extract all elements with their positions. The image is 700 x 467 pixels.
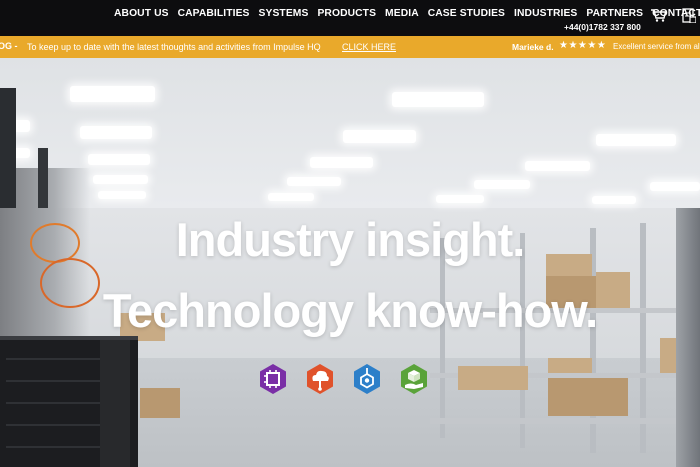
rack-panel: [100, 340, 130, 467]
storage-box: [548, 378, 628, 416]
announcement-bar: OG - To keep up to date with the latest …: [0, 36, 700, 58]
storage-box: [140, 388, 180, 418]
nav-item-industries[interactable]: INDUSTRIES: [514, 8, 577, 19]
ceiling-light: [392, 92, 484, 107]
nav-item-case-studies[interactable]: CASE STUDIES: [428, 8, 505, 19]
ceiling-light: [88, 154, 150, 165]
nav-item-about-us[interactable]: ABOUT US: [114, 8, 169, 19]
ceiling-light: [596, 134, 676, 146]
star-rating: ★★★★★: [559, 40, 607, 51]
ceiling-light: [436, 195, 484, 203]
banner-message: To keep up to date with the latest thoug…: [27, 42, 321, 52]
ceiling-light: [650, 182, 700, 191]
nav-item-capabilities[interactable]: CAPABILITIES: [178, 8, 250, 19]
nav-item-products[interactable]: PRODUCTS: [317, 8, 376, 19]
ceiling-light: [268, 193, 314, 201]
review-text: Excellent service from all: [613, 42, 700, 51]
ceiling-light: [592, 196, 636, 204]
ceiling-light: [98, 191, 146, 199]
shelf-post: [440, 238, 445, 438]
nav-item-systems[interactable]: SYSTEMS: [259, 8, 309, 19]
ceiling-light: [70, 86, 155, 102]
reviewer-name: Marieke d.: [512, 42, 554, 52]
banner-click-here-link[interactable]: CLICK HERE: [342, 42, 396, 52]
ceiling-light: [474, 180, 530, 189]
ceiling-light: [287, 177, 341, 186]
banner-tag: OG -: [0, 41, 18, 51]
ceiling-light: [343, 130, 416, 143]
ceiling-light: [310, 157, 373, 168]
monitor: [0, 88, 16, 208]
ceiling-light: [525, 161, 590, 171]
hero-title-line1: Industry insight.: [175, 213, 526, 266]
hexagon-node-icon[interactable]: [352, 363, 382, 395]
storage-box: [548, 358, 592, 373]
phone-number[interactable]: +44(0)1782 337 800: [564, 22, 641, 32]
main-menu: ABOUT US CAPABILITIES SYSTEMS PRODUCTS M…: [114, 8, 700, 19]
cloud-icon[interactable]: [305, 363, 335, 395]
hero-title-line2: Technology know-how.: [102, 284, 598, 337]
hand-cube-icon[interactable]: [399, 363, 429, 395]
ceiling-light: [80, 126, 152, 139]
monitor: [38, 148, 48, 208]
chip-icon[interactable]: [258, 363, 288, 395]
nav-item-partners[interactable]: PARTNERS: [586, 8, 643, 19]
shelf-plank: [430, 418, 680, 424]
hero-section: Industry insight. Technology know-how.: [0, 58, 700, 467]
top-nav: ABOUT US CAPABILITIES SYSTEMS PRODUCTS M…: [0, 0, 700, 36]
document-icon[interactable]: [682, 8, 696, 23]
cart-icon[interactable]: [651, 9, 666, 22]
nav-item-media[interactable]: MEDIA: [385, 8, 419, 19]
ceiling-light: [93, 175, 148, 184]
storage-box: [458, 366, 528, 390]
